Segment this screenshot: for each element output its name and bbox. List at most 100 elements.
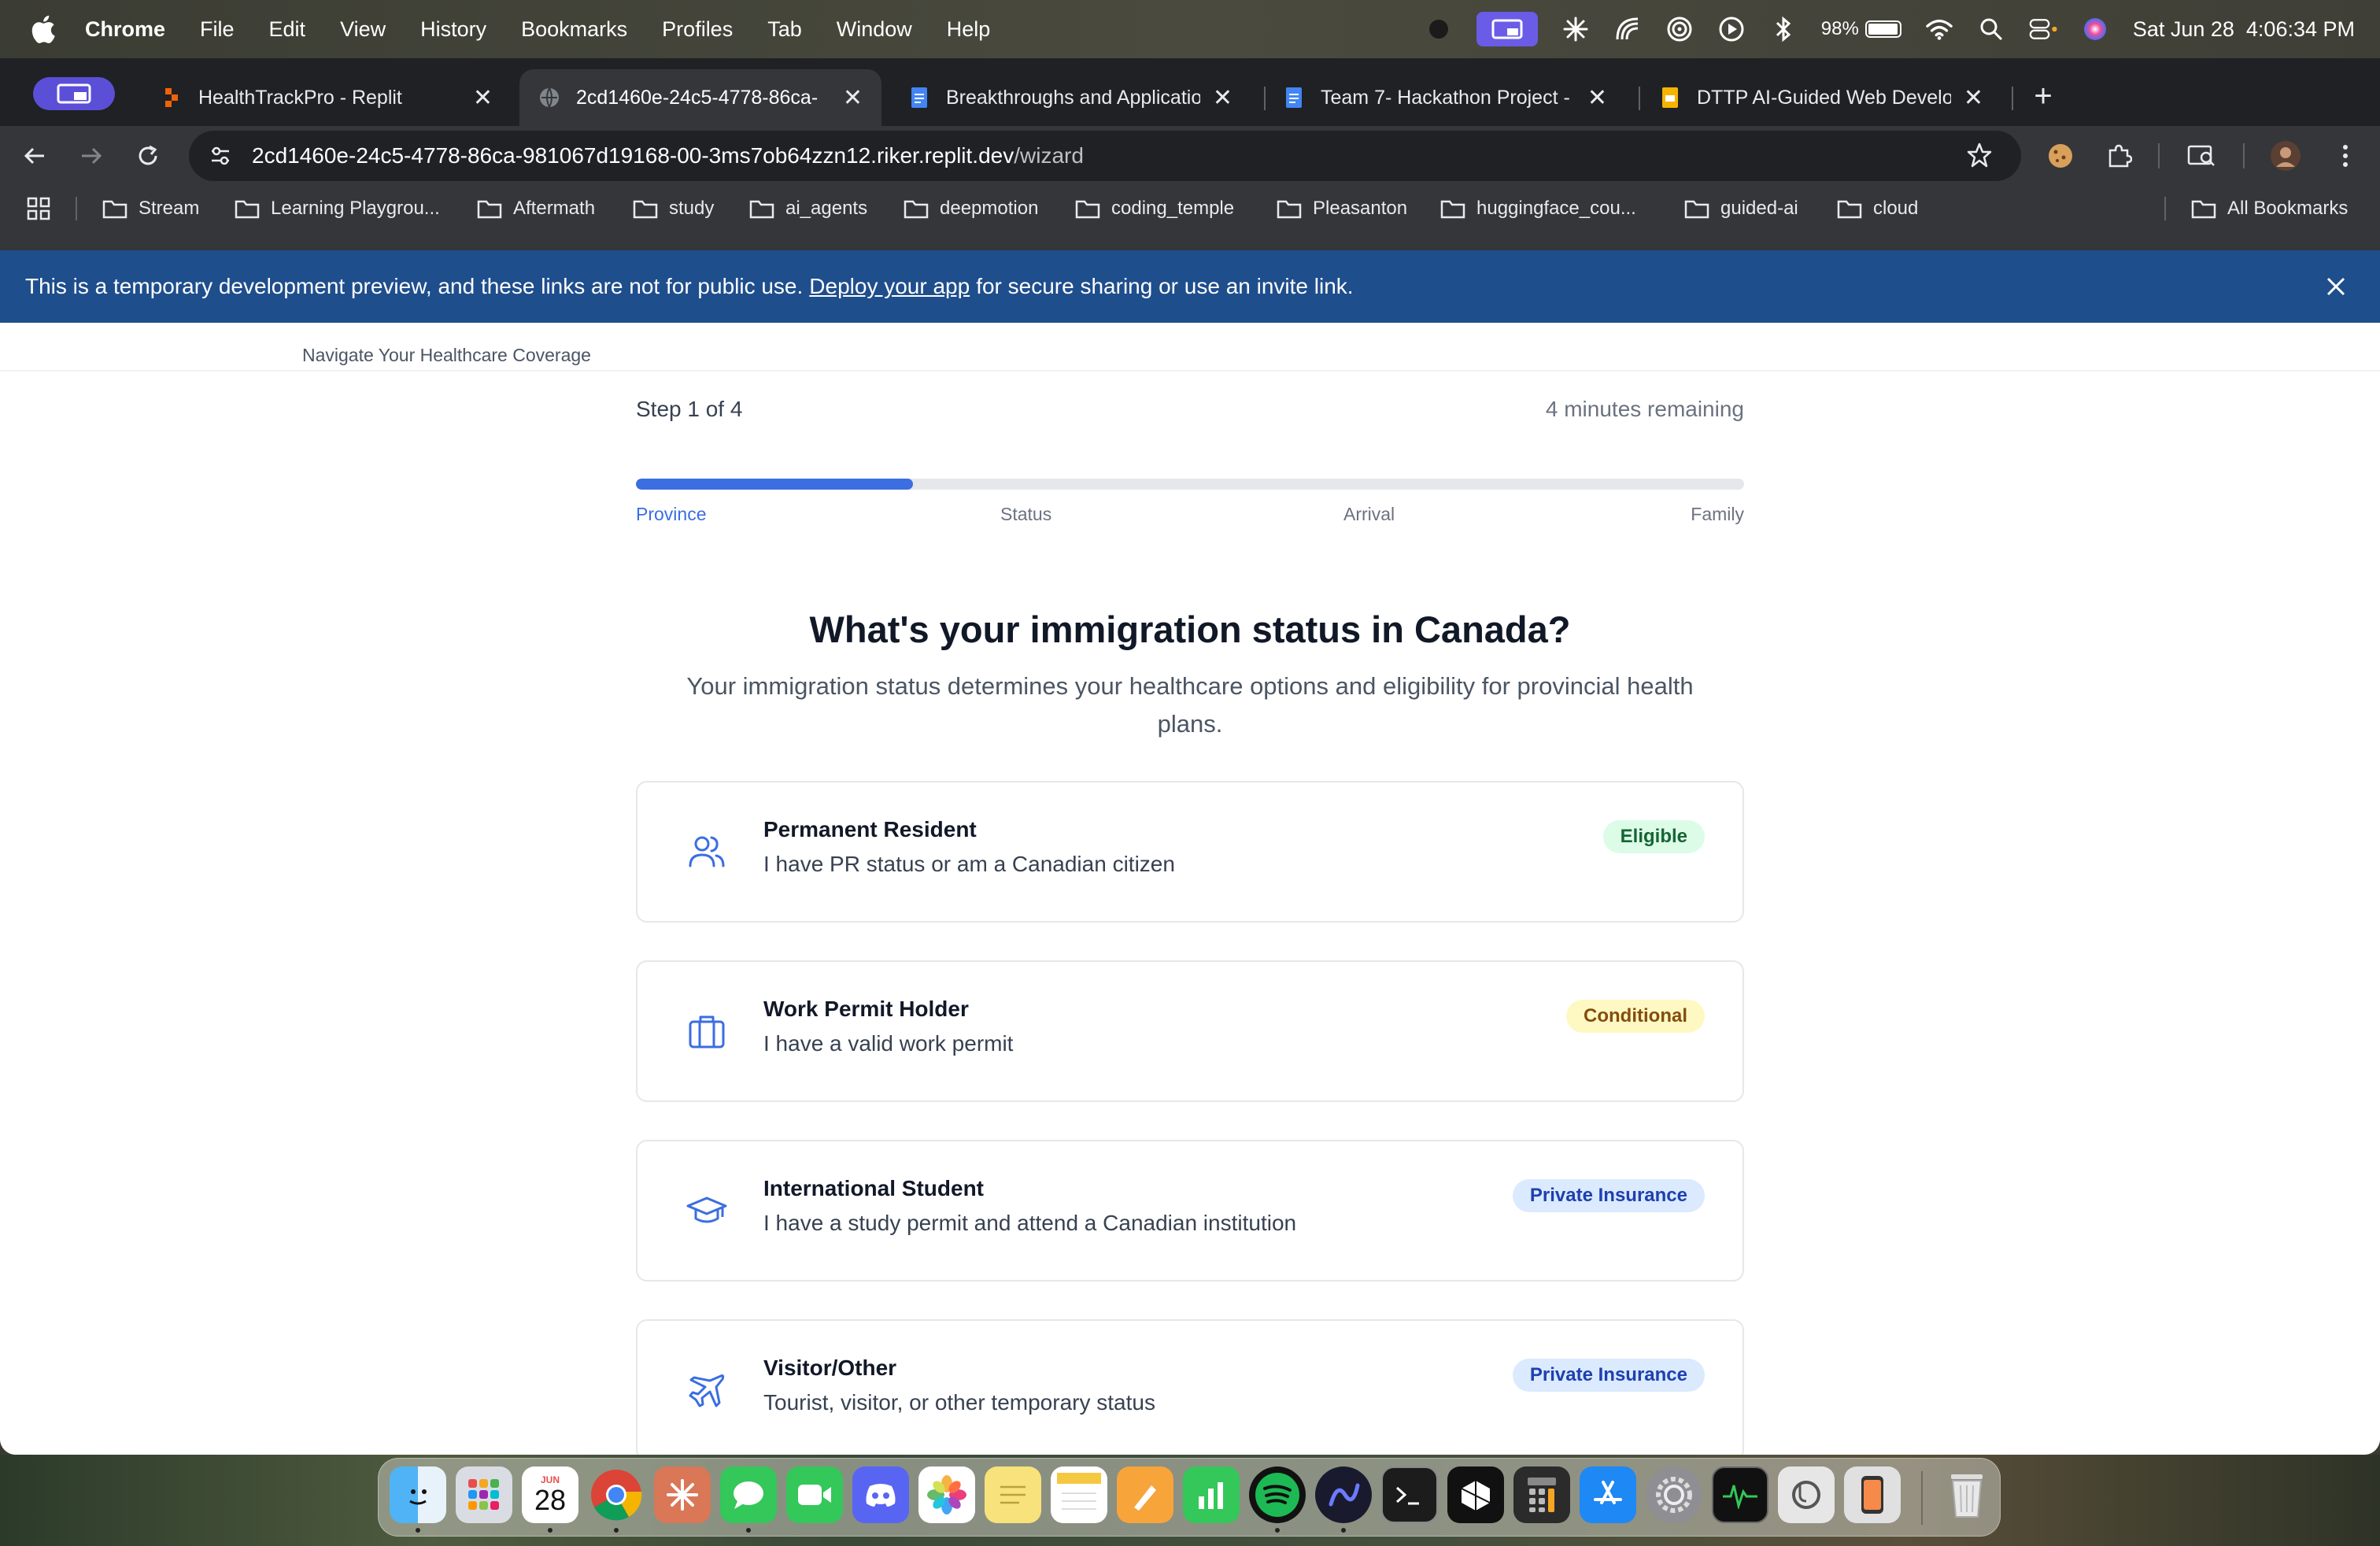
iphone-mirroring-app-icon[interactable] <box>1844 1466 1901 1523</box>
bookmark-label: coding_temple <box>1111 198 1235 219</box>
siri-icon[interactable] <box>2081 15 2109 43</box>
launchpad-app-icon[interactable] <box>456 1466 512 1523</box>
apps-grid-icon[interactable] <box>27 194 50 224</box>
claude-app-icon[interactable] <box>654 1466 711 1523</box>
chrome-menu-icon[interactable] <box>2330 140 2361 172</box>
address-bar[interactable]: 2cd1460e-24c5-4778-86ca-981067d19168-00-… <box>189 131 2021 181</box>
bookmark-folder[interactable]: study <box>633 194 714 224</box>
system-settings-app-icon[interactable] <box>1646 1466 1702 1523</box>
control-center-icon[interactable] <box>2029 15 2057 43</box>
recording-dot-icon[interactable] <box>1425 15 1453 43</box>
profile-screen-share-icon[interactable] <box>33 77 115 110</box>
trash-app-icon[interactable] <box>1938 1466 1995 1523</box>
menu-app-name[interactable]: Chrome <box>85 17 165 42</box>
close-banner-icon[interactable] <box>2323 274 2349 299</box>
menu-file[interactable]: File <box>200 17 235 42</box>
facetime-app-icon[interactable] <box>786 1466 843 1523</box>
calendar-app-icon[interactable]: JUN 28 <box>522 1466 578 1523</box>
menu-tab[interactable]: Tab <box>767 17 802 42</box>
close-tab-icon[interactable]: ✕ <box>1587 84 1607 112</box>
step-label-province[interactable]: Province <box>636 504 706 525</box>
messages-app-icon[interactable] <box>720 1466 777 1523</box>
cookie-extension-icon[interactable] <box>2045 140 2076 172</box>
bookmark-folder[interactable]: huggingface_cou... <box>1440 194 1636 224</box>
menu-view[interactable]: View <box>340 17 386 42</box>
deploy-app-link[interactable]: Deploy your app <box>809 274 970 299</box>
activity-monitor-app-icon[interactable] <box>1712 1466 1768 1523</box>
bookmark-star-icon[interactable] <box>1966 142 1993 174</box>
site-settings-icon[interactable] <box>205 140 236 172</box>
folder-icon <box>2191 200 2216 219</box>
terminal-app-icon[interactable] <box>1381 1466 1438 1523</box>
step-label-arrival[interactable]: Arrival <box>1343 504 1395 525</box>
new-tab-plus-icon[interactable]: + <box>2027 80 2059 112</box>
close-tab-icon[interactable]: ✕ <box>1964 84 1983 112</box>
step-label-family[interactable]: Family <box>1691 504 1744 525</box>
all-bookmarks-folder[interactable]: All Bookmarks <box>2191 194 2348 224</box>
menu-profiles[interactable]: Profiles <box>662 17 733 42</box>
photos-app-icon[interactable] <box>918 1466 975 1523</box>
finder-app-icon[interactable] <box>390 1466 446 1523</box>
numbers-app-icon[interactable] <box>1183 1466 1240 1523</box>
bookmark-folder[interactable]: Learning Playgrou... <box>235 194 440 224</box>
tab-dttp[interactable]: DTTP AI-Guided Web Develop ✕ <box>1640 69 2002 126</box>
bookmark-folder[interactable]: Aftermath <box>477 194 595 224</box>
spotify-app-icon[interactable] <box>1249 1466 1306 1523</box>
option-international-student[interactable]: International Student I have a study per… <box>636 1140 1744 1282</box>
stickies-app-icon[interactable] <box>985 1466 1041 1523</box>
option-permanent-resident[interactable]: Permanent Resident I have PR status or a… <box>636 781 1744 923</box>
bookmark-folder[interactable]: Pleasanton <box>1277 194 1407 224</box>
close-tab-icon[interactable]: ✕ <box>1213 84 1232 112</box>
system-information-app-icon[interactable] <box>1778 1466 1835 1523</box>
menu-edit[interactable]: Edit <box>269 17 306 42</box>
bookmark-folder[interactable]: ai_agents <box>749 194 867 224</box>
extensions-puzzle-icon[interactable] <box>2103 140 2134 172</box>
battery-status[interactable]: 98% <box>1821 18 1901 40</box>
bookmarks-bar: Stream Learning Playgrou... Aftermath st… <box>0 186 2380 231</box>
wifi-icon[interactable] <box>1925 15 1953 43</box>
chrome-app-icon[interactable] <box>588 1466 645 1523</box>
menu-history[interactable]: History <box>420 17 486 42</box>
claude-sparkle-icon[interactable] <box>1561 15 1590 43</box>
search-icon[interactable] <box>1977 15 2005 43</box>
tab-wizard-active[interactable]: 2cd1460e-24c5-4778-86ca- ✕ <box>519 69 881 126</box>
bookmark-folder[interactable]: cloud <box>1837 194 1918 224</box>
apple-logo-icon[interactable] <box>28 13 57 45</box>
bookmark-folder[interactable]: deepmotion <box>904 194 1038 224</box>
forward-arrow-icon[interactable] <box>76 140 107 172</box>
menu-window[interactable]: Window <box>837 17 912 42</box>
screen-share-icon[interactable] <box>1476 12 1538 46</box>
bookmark-folder[interactable]: coding_temple <box>1075 194 1234 224</box>
menubar-clock[interactable]: Sat Jun 28 4:06:34 PM <box>2133 17 2355 42</box>
bookmark-folder[interactable]: Stream <box>102 194 199 224</box>
toolbar-bottom-border <box>0 231 2380 250</box>
menu-bookmarks[interactable]: Bookmarks <box>521 17 627 42</box>
signal-icon[interactable] <box>1613 15 1642 43</box>
option-visitor-other[interactable]: Visitor/Other Tourist, visitor, or other… <box>636 1319 1744 1455</box>
tab-healthtrackpro[interactable]: HealthTrackPro - Replit ✕ <box>142 69 512 126</box>
close-tab-icon[interactable]: ✕ <box>473 84 493 112</box>
bookmark-folder[interactable]: guided-ai <box>1684 194 1798 224</box>
pages-app-icon[interactable] <box>1117 1466 1173 1523</box>
close-tab-icon[interactable]: ✕ <box>843 84 863 112</box>
menu-help[interactable]: Help <box>947 17 991 42</box>
reload-icon[interactable] <box>132 140 164 172</box>
discord-app-icon[interactable] <box>852 1466 909 1523</box>
profile-avatar[interactable] <box>2270 140 2301 172</box>
calculator-app-icon[interactable] <box>1513 1466 1570 1523</box>
question-description: Your immigration status determines your … <box>686 672 1694 738</box>
play-icon[interactable] <box>1717 15 1746 43</box>
step-label-status[interactable]: Status <box>1000 504 1051 525</box>
cube-app-icon[interactable] <box>1447 1466 1504 1523</box>
notes-app-icon[interactable] <box>1051 1466 1107 1523</box>
tab-breakthroughs[interactable]: Breakthroughs and Applicatio ✕ <box>889 69 1251 126</box>
bluetooth-icon[interactable] <box>1769 15 1798 43</box>
app-store-app-icon[interactable] <box>1580 1466 1636 1523</box>
tab-team7-hackathon[interactable]: Team 7- Hackathon Project - ✕ <box>1264 69 1626 126</box>
cursor-ai-app-icon[interactable] <box>1315 1466 1372 1523</box>
back-arrow-icon[interactable] <box>19 140 50 172</box>
airdrop-icon[interactable] <box>1665 15 1694 43</box>
tab-search-icon[interactable] <box>2186 140 2218 172</box>
option-work-permit[interactable]: Work Permit Holder I have a valid work p… <box>636 960 1744 1102</box>
option-subtitle: I have PR status or am a Canadian citize… <box>763 852 1175 876</box>
